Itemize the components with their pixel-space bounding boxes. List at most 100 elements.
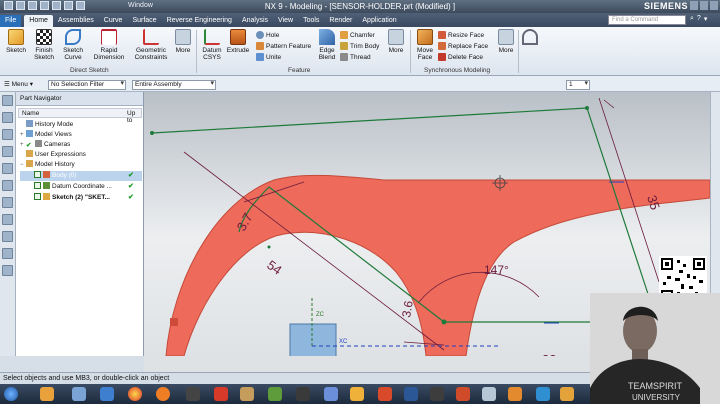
hole-button[interactable]: Hole (256, 30, 279, 40)
selection-scope-dropdown[interactable]: Entire Assembly (132, 80, 216, 90)
selection-filter-dropdown[interactable]: No Selection Filter (48, 80, 126, 90)
pattern-feature-button[interactable]: Pattern Feature (256, 41, 311, 51)
app-icon[interactable] (430, 387, 444, 401)
maximize-icon[interactable] (700, 1, 708, 10)
part-navigator-tab-icon[interactable] (2, 95, 13, 106)
app-icon[interactable] (482, 387, 496, 401)
group-label-synchronous-modeling: Synchronous Modeling (424, 67, 491, 74)
selection-bar: ☰ Menu ▾ No Selection Filter Entire Asse… (0, 76, 720, 92)
checkbox-icon[interactable] (34, 182, 41, 189)
selection-count-field[interactable]: 1 (566, 80, 590, 90)
nx-taskbar-icon[interactable] (350, 387, 364, 401)
tree-row-datum-coordinate[interactable]: Datum Coordinate ... ✔ (20, 182, 142, 192)
settings-tab-icon[interactable] (2, 265, 13, 276)
app-icon[interactable] (186, 387, 200, 401)
menu-analysis[interactable]: Analysis (237, 15, 273, 27)
dimension-label[interactable]: 54 (264, 257, 284, 278)
ribbon-options-icon[interactable]: ▾ (704, 15, 708, 25)
model-history-icon (26, 160, 33, 167)
tree-row-cameras[interactable]: + ✔ Cameras (20, 140, 142, 150)
unite-button[interactable]: Unite (256, 52, 281, 62)
extrude-button[interactable]: Extrude (226, 29, 250, 54)
chamfer-button[interactable]: Chamfer (340, 30, 375, 40)
thread-icon (340, 53, 348, 61)
chrome-icon[interactable] (128, 387, 142, 401)
app-icon[interactable] (100, 387, 114, 401)
menu-file[interactable]: File (0, 15, 22, 27)
menu-reverse-engineering[interactable]: Reverse Engineering (162, 15, 237, 27)
help-controls[interactable]: ⌕ ? ▾ (690, 15, 716, 25)
powerpoint-icon[interactable] (456, 387, 470, 401)
menu-application[interactable]: Application (357, 15, 401, 27)
search-icon[interactable]: ⌕ (690, 15, 694, 25)
explorer-icon[interactable] (40, 387, 54, 401)
resize-face-button[interactable]: Resize Face (438, 30, 484, 40)
trim-body-button[interactable]: Trim Body (340, 41, 379, 51)
start-icon[interactable] (4, 387, 18, 401)
app-icon[interactable] (240, 387, 254, 401)
tree-row-user-expressions[interactable]: User Expressions (20, 150, 142, 160)
replace-face-button[interactable]: Replace Face (438, 41, 488, 51)
app-icon[interactable] (536, 387, 550, 401)
firefox-icon[interactable] (156, 387, 170, 401)
find-command-input[interactable]: Find a Command (608, 15, 686, 25)
delete-face-button[interactable]: Delete Face (438, 52, 483, 62)
assembly-navigator-tab-icon[interactable] (2, 112, 13, 123)
menu-assemblies[interactable]: Assemblies (53, 15, 99, 27)
ribbon-extra-button[interactable] (522, 29, 538, 47)
tree-row-sketch[interactable]: Sketch (2) "SKET... ✔ (20, 193, 142, 203)
checkbox-icon[interactable] (34, 193, 41, 200)
menu-button[interactable]: ☰ Menu ▾ (4, 80, 33, 88)
process-studio-tab-icon[interactable] (2, 197, 13, 208)
tree-row-model-history[interactable]: − Model History (20, 160, 142, 170)
app-icon[interactable] (268, 387, 282, 401)
sketch-button[interactable]: Sketch (4, 29, 28, 54)
tree-row-model-views[interactable]: + Model Views (20, 130, 142, 140)
roles-tab-icon[interactable] (2, 214, 13, 225)
datum-csys-button[interactable]: Datum CSYS (200, 29, 224, 61)
tree-row-history-mode[interactable]: History Mode (20, 120, 142, 130)
sketch-curve-button[interactable]: Sketch Curve (60, 29, 86, 61)
app-icon[interactable] (378, 387, 392, 401)
direct-sketch-more-button[interactable]: More (174, 29, 192, 54)
minimize-icon[interactable] (690, 1, 698, 10)
menu-home[interactable]: Home (24, 15, 53, 27)
app-icon[interactable] (296, 387, 310, 401)
dimension-label[interactable]: 3.6 (399, 299, 416, 318)
tree-row-body[interactable]: Body (0) ✔ (20, 171, 142, 181)
menu-tools[interactable]: Tools (298, 15, 324, 27)
app-icon[interactable] (72, 387, 86, 401)
history-tab-icon[interactable] (2, 163, 13, 174)
checkbox-icon[interactable] (34, 171, 41, 178)
web-browser-tab-icon[interactable] (2, 231, 13, 242)
reuse-library-tab-icon[interactable] (2, 146, 13, 157)
rapid-dimension-button[interactable]: Rapid Dimension (92, 29, 126, 61)
menu-surface[interactable]: Surface (127, 15, 161, 27)
history-mode-icon (26, 120, 33, 127)
thread-button[interactable]: Thread (340, 52, 371, 62)
menu-curve[interactable]: Curve (99, 15, 128, 27)
geometric-constraints-button[interactable]: Geometric Constraints (132, 29, 170, 61)
column-name[interactable]: Name (22, 110, 39, 117)
help-icon[interactable]: ? (697, 15, 701, 25)
synchronous-more-button[interactable]: More (496, 29, 516, 54)
app-icon[interactable] (508, 387, 522, 401)
close-icon[interactable] (710, 1, 718, 10)
constraint-navigator-tab-icon[interactable] (2, 129, 13, 140)
dimension-label[interactable]: 35 (644, 193, 663, 211)
edge-blend-button[interactable]: Edge Blend (316, 29, 338, 61)
dimension-label[interactable]: 147° (484, 263, 509, 277)
finish-sketch-button[interactable]: Finish Sketch (30, 29, 58, 61)
menu-render[interactable]: Render (324, 15, 357, 27)
datum-plane[interactable] (289, 323, 337, 356)
media-icon[interactable] (560, 387, 574, 401)
move-face-button[interactable]: Move Face (414, 29, 436, 61)
app-icon[interactable] (214, 387, 228, 401)
app-icon[interactable] (324, 387, 338, 401)
window-controls[interactable] (690, 1, 718, 10)
feature-more-button[interactable]: More (386, 29, 406, 54)
palette-tab-icon[interactable] (2, 248, 13, 259)
menu-view[interactable]: View (273, 15, 298, 27)
word-icon[interactable] (404, 387, 418, 401)
system-materials-tab-icon[interactable] (2, 180, 13, 191)
